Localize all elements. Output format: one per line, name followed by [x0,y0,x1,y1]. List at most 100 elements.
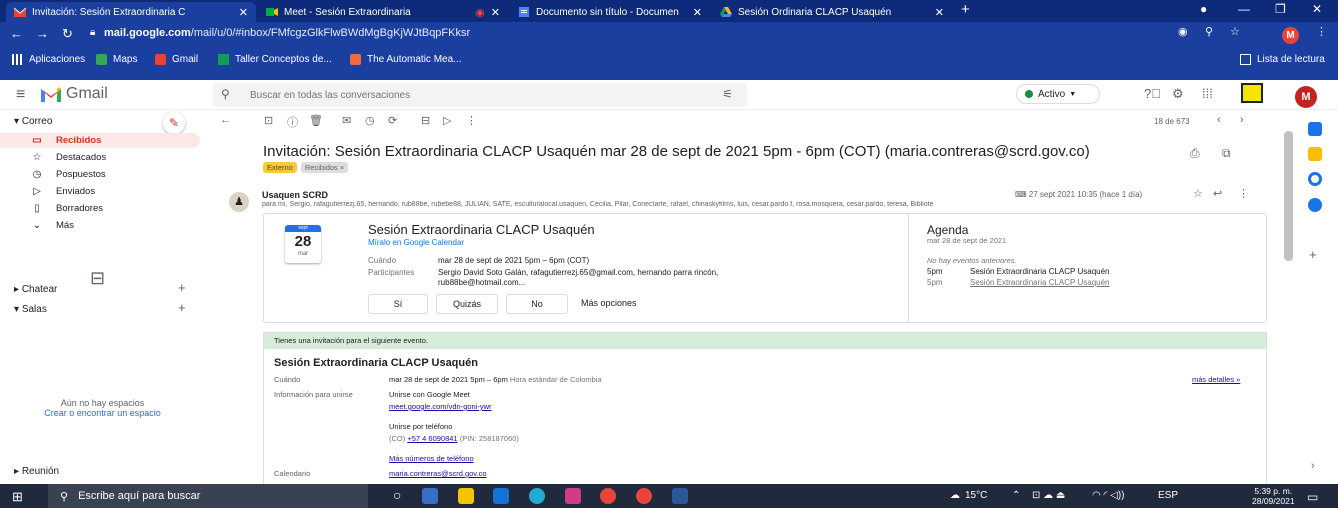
network-icon[interactable]: ◠ ◜ ◁)) [1092,490,1125,501]
calendar-value[interactable]: maria.contreras@scrd.gov.co [389,469,487,478]
more-options-icon[interactable]: ⋮ [466,114,477,127]
tab-close-icon[interactable]: ✕ [935,6,944,19]
weather-icon[interactable]: ☁ [950,490,960,501]
rsvp-no-button[interactable]: No [506,294,568,314]
eye-icon[interactable]: ◉ [1178,25,1188,38]
new-tab-button[interactable]: + [961,1,970,18]
gmail-logo[interactable]: Gmail [40,85,108,103]
snooze-icon[interactable]: ◷ [365,114,375,127]
mail-section-header[interactable]: ▾ Correo [14,116,52,127]
view-in-calendar-link[interactable]: Míralo en Google Calendar [368,238,464,247]
back-to-inbox-icon[interactable]: ← [220,114,231,126]
open-new-window-icon[interactable]: ⧉ [1222,146,1231,161]
reply-icon[interactable]: ↩ [1213,187,1222,200]
sidebar-item-drafts[interactable]: ▯ Borradores [0,201,200,216]
bookmark-automatic[interactable]: The Automatic Mea... [350,54,462,65]
external-label[interactable]: Externo [263,162,297,173]
keep-app-icon[interactable] [1308,147,1322,161]
tab-drive[interactable]: Sesión Ordinaria CLACP Usaquén ✕ [712,2,952,22]
move-to-icon[interactable]: ⊟ [421,114,430,127]
contacts-app-icon[interactable] [1308,198,1322,212]
weather-temp[interactable]: 15°C [965,490,987,501]
add-room-icon[interactable]: + [178,300,186,315]
search-options-icon[interactable]: ⚟ [722,87,733,101]
store-icon[interactable] [565,488,581,504]
restore-button[interactable]: ❐ [1275,2,1286,16]
print-icon[interactable]: ⎙ [1190,146,1200,161]
word-icon[interactable] [672,488,688,504]
main-menu-icon[interactable]: ≡ [16,86,25,104]
star-icon[interactable]: ☆ [1193,187,1203,200]
minimize-button[interactable]: — [1238,2,1250,16]
sidebar-item-more[interactable]: ⌄ Más [0,218,200,233]
file-explorer-icon[interactable] [458,488,474,504]
organization-logo[interactable] [1241,83,1263,103]
help-icon[interactable]: ?⃝ [1144,86,1161,101]
report-spam-icon[interactable]: ⓘ [287,114,298,130]
system-clock[interactable]: 5:39 p. m. 28/09/2021 [1252,486,1295,506]
delete-icon[interactable]: 🗑︎ [309,114,323,127]
more-phone-numbers-link[interactable]: Más números de teléfono [389,454,474,463]
find-space-link[interactable]: Crear o encontrar un espacio [0,408,205,418]
back-icon[interactable]: ← [10,26,23,41]
bookmark-apps[interactable]: Aplicaciones [12,54,85,65]
agenda-item-title[interactable]: Sesión Extraordinaria CLACP Usaquén [970,267,1109,276]
settings-gear-icon[interactable]: ⚙ [1172,86,1184,102]
newer-chevron-icon[interactable]: ‹ [1217,114,1221,126]
lock-icon[interactable]: 🔒︎ [90,27,95,38]
sidebar-item-starred[interactable]: ☆ Destacados [0,150,200,165]
bookmark-maps[interactable]: Maps [96,54,137,65]
chrome-menu-icon[interactable]: ⋮ [1316,25,1327,38]
bookmark-taller[interactable]: Taller Conceptos de... [218,54,332,65]
tray-apps-icon[interactable]: ⊡ ☁ ⏏ [1032,490,1065,501]
edge-icon[interactable] [529,488,545,504]
mail-search[interactable]: ⚲ ⚟ [213,83,747,107]
recipients-list[interactable]: para mí, Sergio, rafagutierrezj.65, hern… [262,201,1207,208]
sender-name[interactable]: Usaquen SCRD [262,190,328,200]
sidebar-item-sent[interactable]: ▷ Enviados [0,184,200,199]
label-icon[interactable]: ▷ [443,114,451,127]
sidebar-item-snoozed[interactable]: ◷ Pospuestos [0,167,200,182]
rooms-section-header[interactable]: ▾ Salas [14,304,47,315]
status-selector[interactable]: Activo ▼ [1016,84,1100,104]
participants-value-more[interactable]: rub88be@hotmail.com... [438,278,525,287]
tab-close-icon[interactable]: ✕ [693,6,702,19]
scrollbar-thumb[interactable] [1284,131,1293,261]
search-input[interactable] [250,87,690,103]
mail-app-icon[interactable] [493,488,509,504]
sender-avatar[interactable]: ♟ [229,192,249,212]
agenda-item-title[interactable]: Sesión Extraordinaria CLACP Usaquén [970,278,1109,287]
add-task-icon[interactable]: ⟳ [388,114,397,127]
tab-close-icon[interactable]: ✕ [239,6,248,19]
message-more-icon[interactable]: ⋮ [1238,187,1249,200]
mark-unread-icon[interactable]: ✉ [342,114,351,127]
taskbar-search[interactable]: ⚲ Escribe aquí para buscar [48,484,368,508]
cortana-icon[interactable]: ○ [393,487,401,503]
calendar-app-icon[interactable] [1308,122,1322,136]
windows-start-icon[interactable]: ⊞ [12,489,23,505]
show-side-panel-icon[interactable]: › [1311,460,1315,472]
forward-icon[interactable]: → [36,26,49,41]
tab-docs[interactable]: Documento sin título - Documen ✕ [510,2,710,22]
google-apps-icon[interactable]: ⁞⁞⁞ [1202,86,1213,101]
reading-list[interactable]: Lista de lectura [1240,54,1325,65]
tab-meet[interactable]: Meet - Sesión Extraordinaria ◉ ✕ [258,2,508,22]
tab-gmail-invitation[interactable]: Invitación: Sesión Extraordinaria C ✕ [6,2,256,22]
compose-button[interactable]: ✎ [163,112,185,134]
get-addons-icon[interactable]: + [1309,247,1317,262]
add-chat-icon[interactable]: + [178,280,186,295]
inbox-label[interactable]: Recibidos × [300,162,349,173]
rsvp-yes-button[interactable]: Sí [368,294,428,314]
chat-section-header[interactable]: ▸ Chatear [14,284,57,295]
chrome-profile-icon[interactable] [636,488,652,504]
language-indicator[interactable]: ESP [1158,490,1178,501]
tasks-app-icon[interactable] [1308,172,1322,186]
profile-dot-icon[interactable]: ● [1200,2,1207,16]
tray-expand-icon[interactable]: ⌃ [1012,490,1020,501]
sidebar-item-inbox[interactable]: ▭ Recibidos [0,133,200,148]
bookmark-gmail[interactable]: Gmail [155,54,198,65]
close-window-button[interactable]: ✕ [1312,2,1322,16]
chrome-profile-avatar[interactable]: M [1282,27,1299,44]
zoom-icon[interactable]: ⚲ [1205,25,1213,38]
more-details-link[interactable]: más detalles » [1192,375,1240,384]
